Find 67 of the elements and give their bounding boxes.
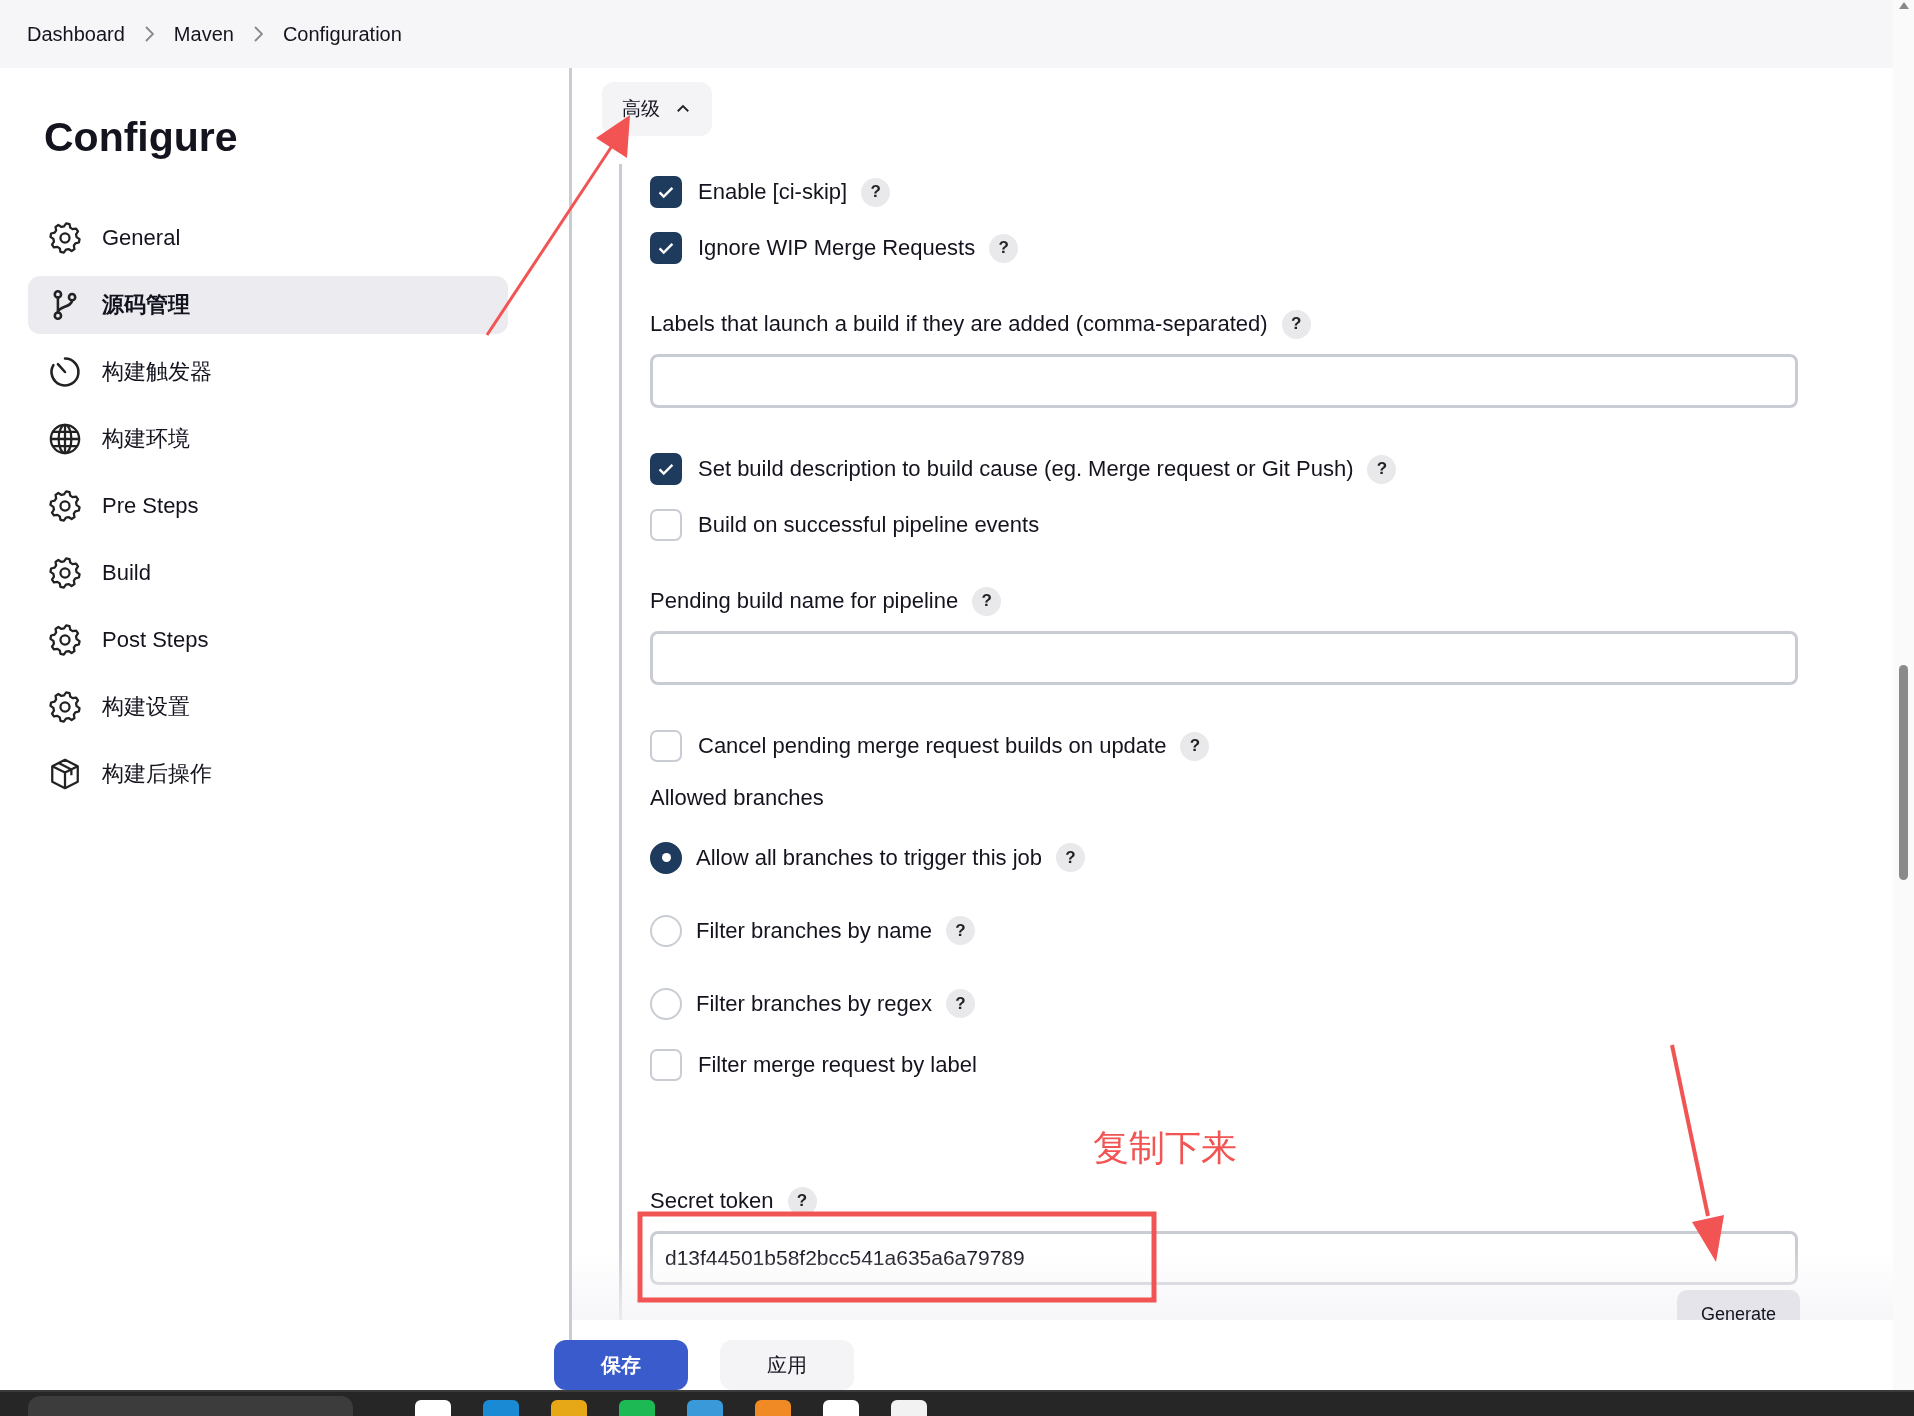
checkbox[interactable] xyxy=(650,232,682,264)
apply-button[interactable]: 应用 xyxy=(720,1340,854,1390)
radio-button[interactable] xyxy=(650,841,682,874)
taskbar-app-icon[interactable] xyxy=(619,1400,655,1416)
help-icon[interactable]: ? xyxy=(861,177,891,207)
help-icon[interactable]: ? xyxy=(1367,454,1397,484)
radio-label[interactable]: Filter branches by name xyxy=(696,917,932,944)
checkbox-label[interactable]: Enable [ci-skip] xyxy=(698,179,848,205)
checkbox-label[interactable]: Ignore WIP Merge Requests xyxy=(698,235,976,261)
gear-icon xyxy=(48,556,82,590)
input-field[interactable]: d13f44501b58f2bcc541a635a6a79789 xyxy=(650,1231,1798,1285)
globe-icon xyxy=(48,422,82,456)
input-field[interactable] xyxy=(650,631,1798,685)
gear-icon xyxy=(48,489,82,523)
sidebar-item[interactable]: Build xyxy=(28,544,508,602)
breadcrumb-link[interactable]: Dashboard xyxy=(27,22,125,46)
taskbar-app-icon[interactable] xyxy=(687,1400,723,1416)
advanced-toggle[interactable]: 高级 xyxy=(602,82,712,136)
sidebar-item[interactable]: 构建触发器 xyxy=(28,343,508,401)
help-icon[interactable]: ? xyxy=(1056,843,1086,872)
help-icon[interactable]: ? xyxy=(1281,309,1311,339)
scrollbar-thumb[interactable] xyxy=(1899,665,1908,880)
taskbar-app-icon[interactable] xyxy=(755,1400,791,1416)
field-label: Pending build name for pipeline xyxy=(650,588,959,614)
help-icon[interactable]: ? xyxy=(946,989,975,1018)
generate-button[interactable]: Generate xyxy=(1676,1290,1800,1320)
sidebar-item[interactable]: General xyxy=(28,209,508,267)
radio-label[interactable]: Allow all branches to trigger this job xyxy=(696,844,1043,871)
breadcrumb-link[interactable]: Maven xyxy=(173,22,234,46)
help-icon[interactable]: ? xyxy=(946,916,975,945)
checkbox-label[interactable]: Set build description to build cause (eg. Merge request or Git Push) xyxy=(698,456,1354,482)
chevron-right-icon xyxy=(144,26,154,42)
page-title: Configure xyxy=(44,113,239,161)
field-label: Secret token xyxy=(650,1188,774,1214)
package-icon xyxy=(48,757,82,791)
sidebar-item[interactable]: 构建后操作 xyxy=(28,745,508,803)
sidebar-item[interactable]: 源码管理 xyxy=(28,276,508,334)
checkbox-label[interactable]: Build on successful pipeline events xyxy=(698,512,1040,538)
save-button[interactable]: 保存 xyxy=(554,1340,688,1390)
taskbar-app-icon[interactable] xyxy=(551,1400,587,1416)
timer-icon xyxy=(48,355,82,389)
taskbar-app-icon[interactable] xyxy=(483,1400,519,1416)
section-label: Allowed branches xyxy=(650,783,825,812)
help-icon[interactable]: ? xyxy=(972,586,1002,616)
help-icon[interactable]: ? xyxy=(1180,731,1210,761)
help-icon[interactable]: ? xyxy=(989,233,1019,263)
field-label: Labels that launch a build if they are added (comma-separated) xyxy=(650,311,1268,337)
radio-label[interactable]: Filter branches by regex xyxy=(696,990,932,1017)
chevron-right-icon xyxy=(253,26,263,42)
checkbox[interactable] xyxy=(650,176,682,208)
input-field[interactable] xyxy=(650,354,1798,408)
scroll-up-icon[interactable] xyxy=(1899,2,1909,9)
breadcrumb-link[interactable]: Configuration xyxy=(282,22,402,46)
gear-icon xyxy=(48,690,82,724)
gear-icon xyxy=(48,221,82,255)
sidebar-item[interactable]: 构建设置 xyxy=(28,678,508,736)
taskbar-app-icon[interactable] xyxy=(823,1400,859,1416)
gear-icon xyxy=(48,623,82,657)
annotation-note: 复制下来 xyxy=(1093,1126,1237,1170)
sidebar-item[interactable]: Post Steps xyxy=(28,611,508,669)
taskbar-app-icon[interactable] xyxy=(415,1400,451,1416)
checkbox-label[interactable]: Filter merge request by label xyxy=(698,1052,977,1078)
taskbar-app-icon[interactable] xyxy=(891,1400,927,1416)
checkbox-label[interactable]: Cancel pending merge request builds on update xyxy=(698,733,1167,759)
checkbox[interactable] xyxy=(650,453,682,485)
sidebar-item[interactable]: Pre Steps xyxy=(28,477,508,535)
sidebar-item[interactable]: 构建环境 xyxy=(28,410,508,468)
